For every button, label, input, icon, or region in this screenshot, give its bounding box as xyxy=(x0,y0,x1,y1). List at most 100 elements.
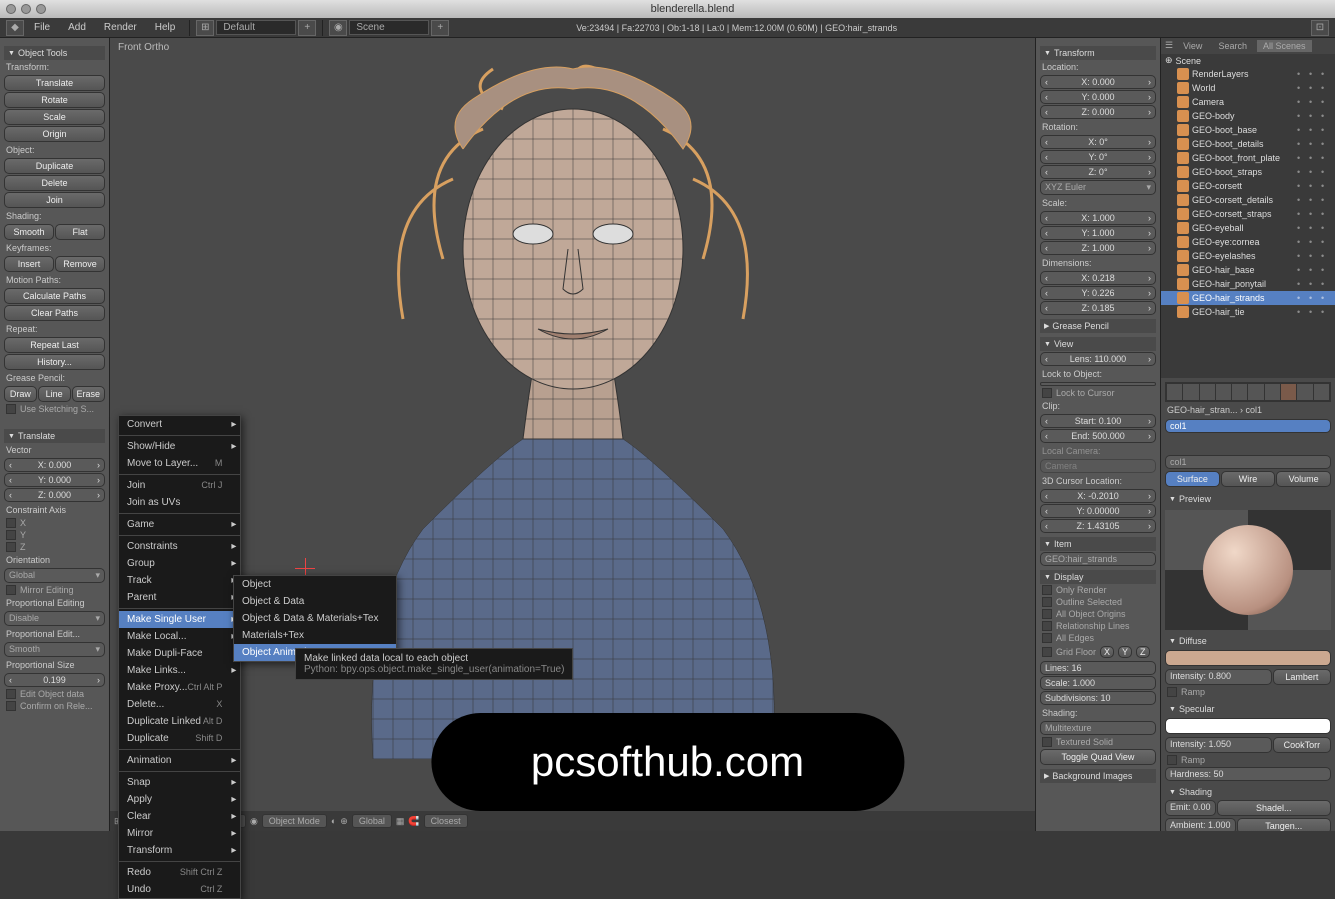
loc-z[interactable]: ‹Z: 0.000› xyxy=(1040,105,1156,119)
scale-y[interactable]: ‹Y: 1.000› xyxy=(1040,226,1156,240)
eye-toggle-icon[interactable]: • xyxy=(1297,125,1307,135)
origins-checkbox[interactable] xyxy=(1042,609,1052,619)
sketching-checkbox[interactable] xyxy=(6,404,16,414)
render-toggle-icon[interactable]: • xyxy=(1321,195,1331,205)
outliner-item[interactable]: GEO-corsett_straps••• xyxy=(1161,207,1335,221)
specular-shader[interactable]: CookTorr xyxy=(1273,737,1331,753)
join-button[interactable]: Join xyxy=(4,192,105,208)
menu-add[interactable]: Add xyxy=(60,20,94,35)
shading-mode[interactable]: Multitexture xyxy=(1040,721,1156,735)
render-toggle-icon[interactable]: • xyxy=(1321,223,1331,233)
texsolid-checkbox[interactable] xyxy=(1042,737,1052,747)
outliner-item[interactable]: GEO-eyeball••• xyxy=(1161,221,1335,235)
layout-add-icon[interactable]: + xyxy=(298,20,316,36)
modifiers-tab-icon[interactable] xyxy=(1248,384,1263,400)
render-toggle-icon[interactable]: • xyxy=(1321,139,1331,149)
shading-header[interactable]: Shading xyxy=(1165,785,1331,799)
vector-z[interactable]: ‹Z: 0.000› xyxy=(4,488,105,502)
material-name[interactable]: col1 xyxy=(1165,455,1331,469)
world-tab-icon[interactable] xyxy=(1200,384,1215,400)
calc-paths-button[interactable]: Calculate Paths xyxy=(4,288,105,304)
menu-item-undo[interactable]: UndoCtrl Z xyxy=(119,881,240,898)
menu-item-duplicate-linked[interactable]: Duplicate LinkedAlt D xyxy=(119,713,240,730)
only-render-checkbox[interactable] xyxy=(1042,585,1052,595)
eye-toggle-icon[interactable]: • xyxy=(1297,265,1307,275)
axis-y-checkbox[interactable] xyxy=(6,530,16,540)
translate-button[interactable]: Translate xyxy=(4,75,105,91)
vector-x[interactable]: ‹X: 0.000› xyxy=(4,458,105,472)
flat-button[interactable]: Flat xyxy=(55,224,105,240)
snap-icon[interactable]: 🧲 xyxy=(408,816,419,827)
outliner-item[interactable]: GEO-hair_tie••• xyxy=(1161,305,1335,319)
menu-item-join-as-uvs[interactable]: Join as UVs xyxy=(119,494,240,511)
specular-color[interactable] xyxy=(1165,718,1331,734)
outliner-item[interactable]: GEO-corsett••• xyxy=(1161,179,1335,193)
eye-toggle-icon[interactable]: • xyxy=(1297,223,1307,233)
menu-item-group[interactable]: Group▸ xyxy=(119,555,240,572)
eye-toggle-icon[interactable]: • xyxy=(1297,83,1307,93)
select-toggle-icon[interactable]: • xyxy=(1309,69,1319,79)
render-toggle-icon[interactable]: • xyxy=(1321,167,1331,177)
smooth-button[interactable]: Smooth xyxy=(4,224,54,240)
select-toggle-icon[interactable]: • xyxy=(1309,293,1319,303)
gp-draw-button[interactable]: Draw xyxy=(4,386,37,402)
select-toggle-icon[interactable]: • xyxy=(1309,139,1319,149)
scene-add-icon[interactable]: + xyxy=(431,20,449,36)
menu-item-mirror[interactable]: Mirror▸ xyxy=(119,825,240,842)
eye-toggle-icon[interactable]: • xyxy=(1297,97,1307,107)
select-toggle-icon[interactable]: • xyxy=(1309,83,1319,93)
shadeless-toggle[interactable]: Shadel... xyxy=(1217,800,1331,816)
vector-y[interactable]: ‹Y: 0.000› xyxy=(4,473,105,487)
select-toggle-icon[interactable]: • xyxy=(1309,209,1319,219)
submenu-item-object-data-materials-tex[interactable]: Object & Data & Materials+Tex xyxy=(234,610,396,627)
origin-button[interactable]: Origin xyxy=(4,126,105,142)
snap-target[interactable]: Closest xyxy=(424,814,468,828)
render-toggle-icon[interactable]: • xyxy=(1321,69,1331,79)
emit-field[interactable]: Emit: 0.00 xyxy=(1165,800,1216,816)
alledges-checkbox[interactable] xyxy=(1042,633,1052,643)
select-toggle-icon[interactable]: • xyxy=(1309,223,1319,233)
outliner-item[interactable]: Camera••• xyxy=(1161,95,1335,109)
insert-keyframe-button[interactable]: Insert xyxy=(4,256,54,272)
render-toggle-icon[interactable]: • xyxy=(1321,265,1331,275)
confirm-checkbox[interactable] xyxy=(6,701,16,711)
cursor-z[interactable]: ‹Z: 1.43105› xyxy=(1040,519,1156,533)
duplicate-button[interactable]: Duplicate xyxy=(4,158,105,174)
diffuse-intensity[interactable]: Intensity: 0.800 xyxy=(1165,669,1272,685)
object-tools-header[interactable]: Object Tools xyxy=(4,46,105,60)
toggle-quad-button[interactable]: Toggle Quad View xyxy=(1040,749,1156,765)
select-toggle-icon[interactable]: • xyxy=(1309,307,1319,317)
diffuse-ramp-checkbox[interactable] xyxy=(1167,687,1177,697)
item-panel[interactable]: Item xyxy=(1040,537,1156,551)
menu-item-make-single-user[interactable]: Make Single User▸ xyxy=(119,611,240,628)
select-toggle-icon[interactable]: • xyxy=(1309,125,1319,135)
scale-x[interactable]: ‹X: 1.000› xyxy=(1040,211,1156,225)
scene-selector[interactable]: Scene xyxy=(349,20,429,35)
menu-item-snap[interactable]: Snap▸ xyxy=(119,774,240,791)
select-toggle-icon[interactable]: • xyxy=(1309,251,1319,261)
menu-item-animation[interactable]: Animation▸ xyxy=(119,752,240,769)
render-toggle-icon[interactable]: • xyxy=(1321,97,1331,107)
render-toggle-icon[interactable]: • xyxy=(1321,153,1331,163)
eye-toggle-icon[interactable]: • xyxy=(1297,237,1307,247)
rotation-mode[interactable]: XYZ Euler▾ xyxy=(1040,180,1156,195)
outliner-item[interactable]: GEO-body••• xyxy=(1161,109,1335,123)
cursor-x[interactable]: ‹X: -0.2010› xyxy=(1040,489,1156,503)
physics-tab-icon[interactable] xyxy=(1314,384,1329,400)
wire-tab[interactable]: Wire xyxy=(1221,471,1276,487)
lens-field[interactable]: ‹Lens: 110.000› xyxy=(1040,352,1156,366)
rot-y[interactable]: ‹Y: 0°› xyxy=(1040,150,1156,164)
translate-op-header[interactable]: Translate xyxy=(4,429,105,443)
select-toggle-icon[interactable]: • xyxy=(1309,153,1319,163)
outliner-item[interactable]: GEO-corsett_details••• xyxy=(1161,193,1335,207)
submenu-item-object[interactable]: Object xyxy=(234,576,396,593)
scene-icon[interactable]: ◉ xyxy=(329,20,347,36)
diffuse-header[interactable]: Diffuse xyxy=(1165,634,1331,648)
outliner-item[interactable]: GEO-hair_ponytail••• xyxy=(1161,277,1335,291)
menu-render[interactable]: Render xyxy=(96,20,145,35)
repeat-last-button[interactable]: Repeat Last xyxy=(4,337,105,353)
pivot-icon[interactable]: ⊕ xyxy=(340,816,348,827)
scale-z[interactable]: ‹Z: 1.000› xyxy=(1040,241,1156,255)
axis-z-checkbox[interactable] xyxy=(6,542,16,552)
menu-item-duplicate[interactable]: DuplicateShift D xyxy=(119,730,240,747)
